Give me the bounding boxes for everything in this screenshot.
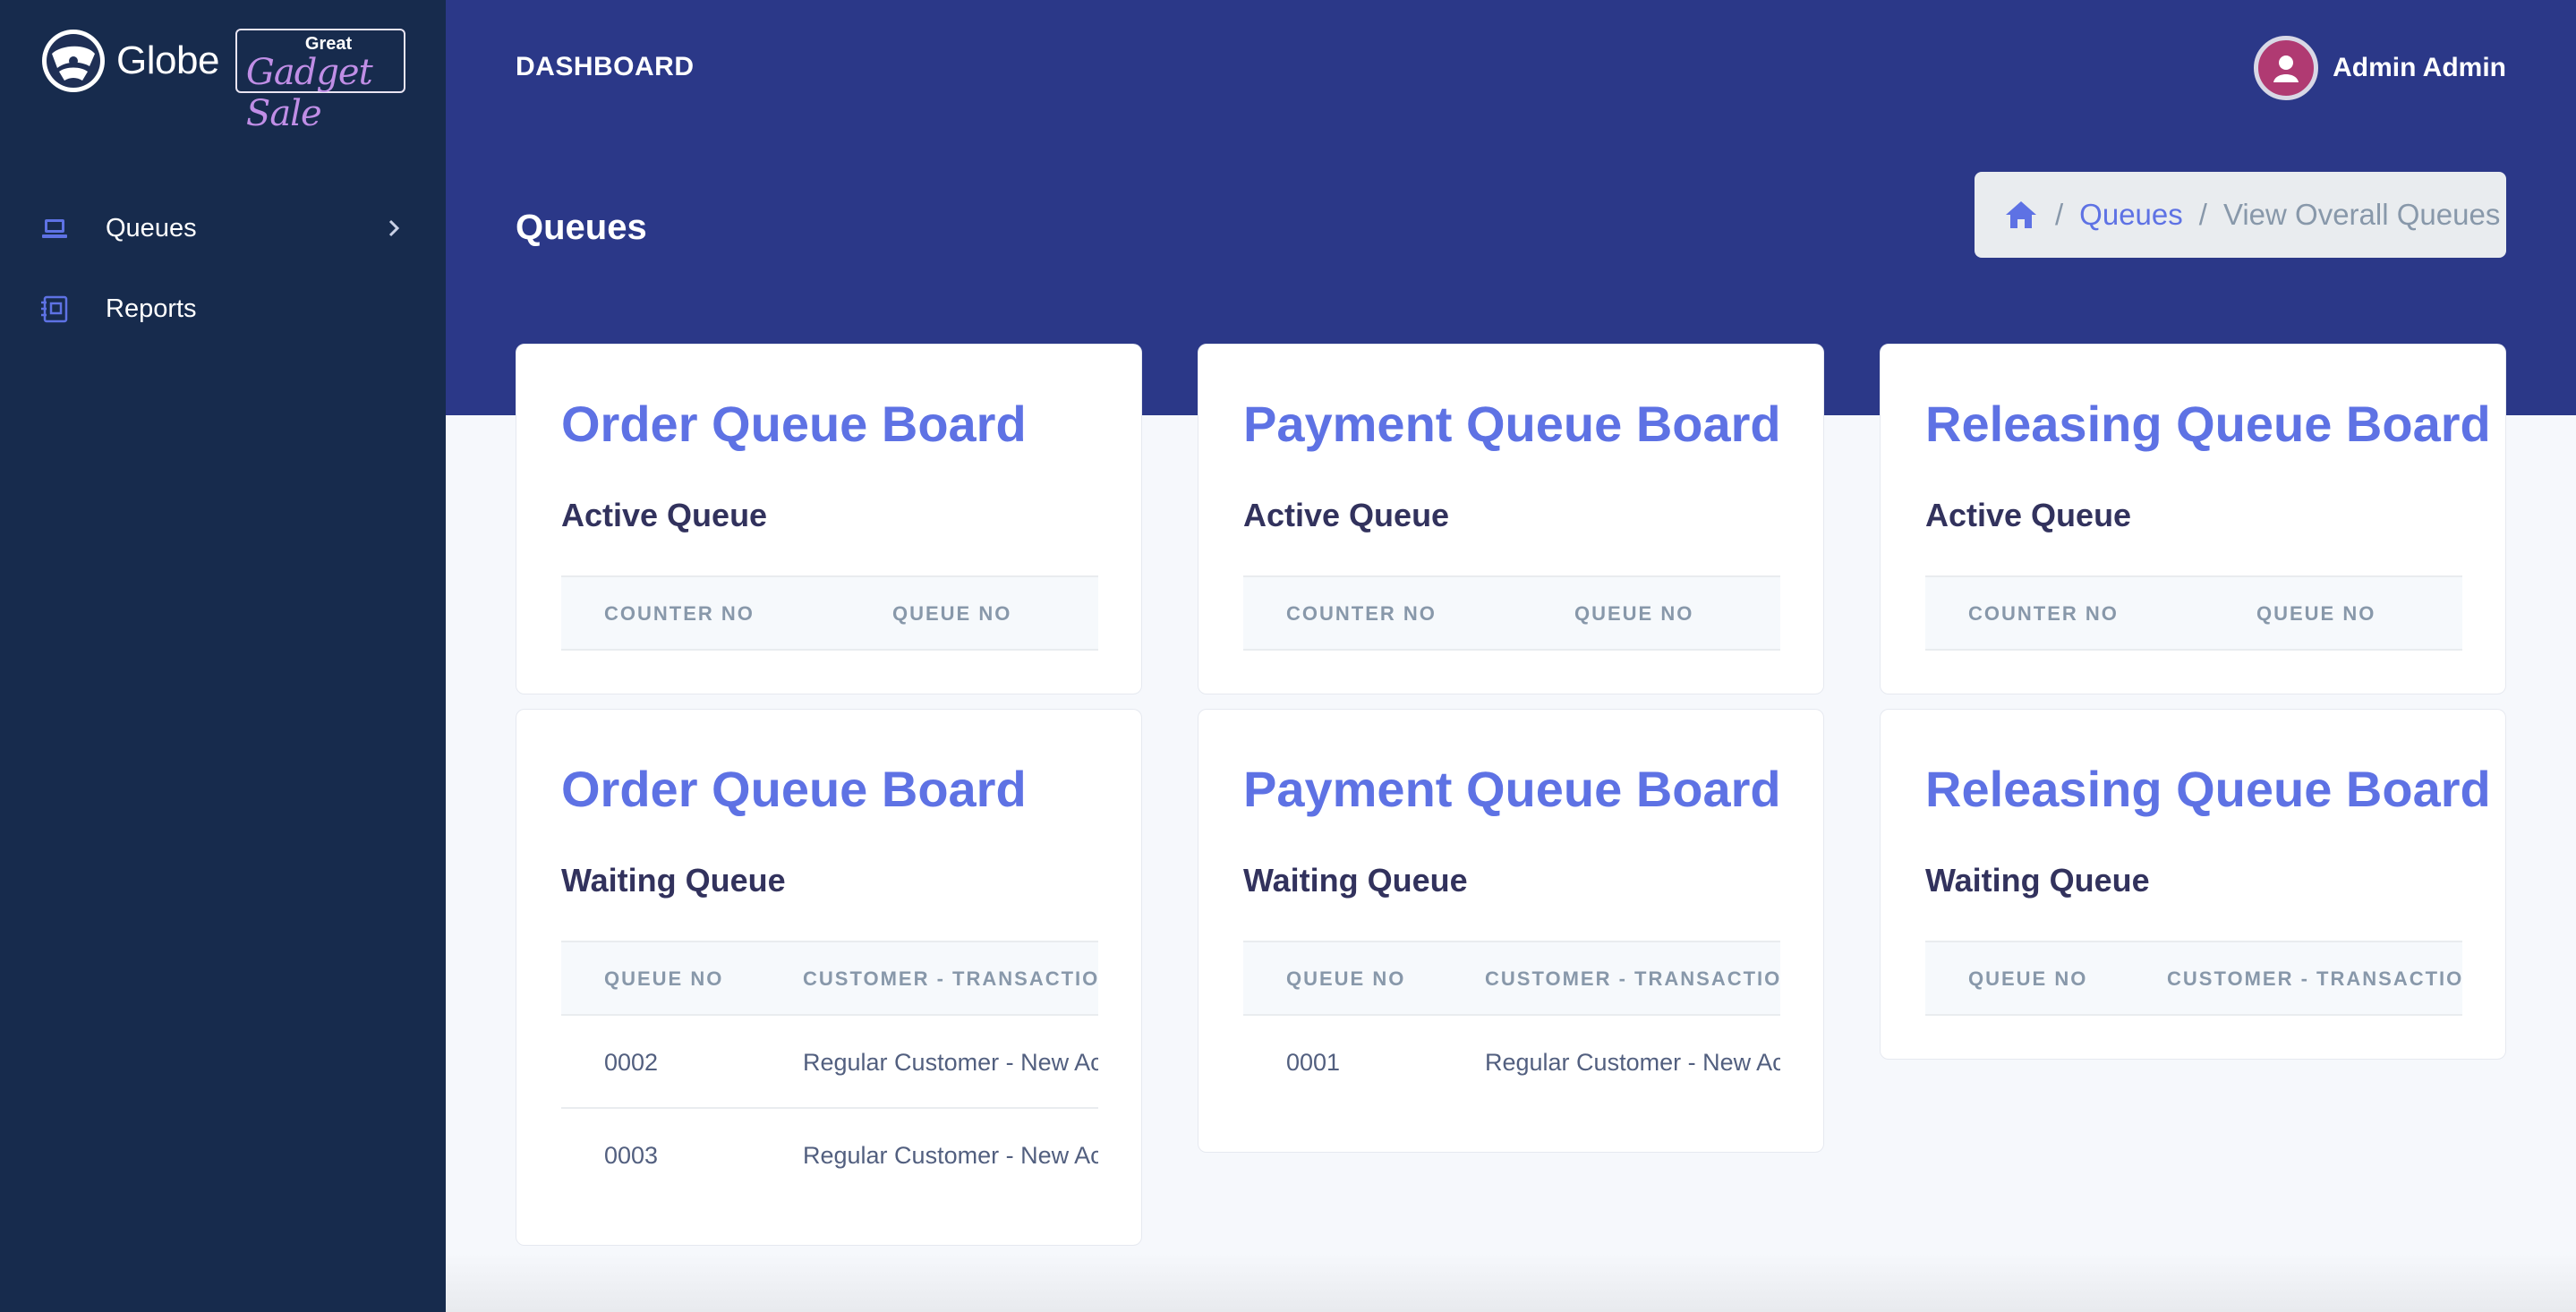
breadcrumb: / Queues / View Overall Queues <box>1975 172 2506 258</box>
column-header[interactable]: QUEUE NO <box>1286 942 1405 1016</box>
breadcrumb-separator: / <box>2198 198 2207 231</box>
reports-icon <box>41 295 68 323</box>
sidebar-nav: Queues Reports <box>0 188 446 349</box>
card-subtitle: Waiting Queue <box>1925 862 2150 899</box>
table-header: QUEUE NO CUSTOMER - TRANSACTION <box>561 941 1098 1016</box>
column-header[interactable]: QUEUE NO <box>604 942 723 1016</box>
releasing-waiting-queue-card: Releasing Queue Board Waiting Queue QUEU… <box>1880 709 2506 1060</box>
user-name: Admin Admin <box>2333 53 2506 82</box>
column-header[interactable]: QUEUE NO <box>2256 577 2376 651</box>
header-title[interactable]: DASHBOARD <box>516 52 695 82</box>
card-title: Releasing Queue Board <box>1925 761 2491 817</box>
order-waiting-queue-card: Order Queue Board Waiting Queue QUEUE NO… <box>516 709 1142 1246</box>
brand-name: Globe <box>116 38 219 82</box>
sidebar-item-queues[interactable]: Queues <box>0 188 446 268</box>
queue-no-cell: 0001 <box>1286 1049 1341 1076</box>
releasing-active-queue-card: Releasing Queue Board Active Queue COUNT… <box>1880 344 2506 694</box>
sale-badge: Great Gadget Sale <box>235 29 405 134</box>
user-menu[interactable]: Admin Admin <box>2254 36 2506 100</box>
column-header[interactable]: CUSTOMER - TRANSACTION <box>803 942 1098 1016</box>
active-queue-table: COUNTER NO QUEUE NO <box>561 575 1098 651</box>
home-icon[interactable] <box>2003 199 2039 231</box>
payment-active-queue-card: Payment Queue Board Active Queue COUNTER… <box>1198 344 1824 694</box>
table-header: COUNTER NO QUEUE NO <box>1243 575 1780 651</box>
transaction-cell: Regular Customer - New Acc <box>803 1142 1098 1169</box>
active-queue-table: COUNTER NO QUEUE NO <box>1925 575 2462 651</box>
transaction-cell: Regular Customer - New Acc <box>803 1049 1098 1076</box>
avatar[interactable] <box>2254 36 2319 100</box>
active-queue-table: COUNTER NO QUEUE NO <box>1243 575 1780 651</box>
table-row[interactable]: 0001 Regular Customer - New Acc <box>1243 1016 1780 1109</box>
queue-no-cell: 0003 <box>604 1142 659 1169</box>
payment-waiting-queue-card: Payment Queue Board Waiting Queue QUEUE … <box>1198 709 1824 1153</box>
card-subtitle: Active Queue <box>561 497 768 533</box>
breadcrumb-link-queues[interactable]: Queues <box>2079 198 2183 232</box>
column-header[interactable]: CUSTOMER - TRANSACTION <box>2167 942 2462 1016</box>
order-active-queue-card: Order Queue Board Active Queue COUNTER N… <box>516 344 1142 694</box>
table-header: COUNTER NO QUEUE NO <box>561 575 1098 651</box>
table-row[interactable]: 0002 Regular Customer - New Acc <box>561 1016 1098 1109</box>
breadcrumb-separator: / <box>2055 198 2064 231</box>
card-title: Order Queue Board <box>561 396 1027 452</box>
queue-no-cell: 0002 <box>604 1049 659 1076</box>
user-icon <box>2273 55 2299 82</box>
table-header: COUNTER NO QUEUE NO <box>1925 575 2462 651</box>
card-subtitle: Active Queue <box>1243 497 1450 533</box>
sidebar-item-label: Queues <box>106 213 197 243</box>
column-header[interactable]: COUNTER NO <box>1968 577 2119 651</box>
page-bottom-shadow <box>446 1253 2576 1312</box>
breadcrumb-current: View Overall Queues <box>2222 198 2501 231</box>
sidebar-item-label: Reports <box>106 294 197 323</box>
column-header[interactable]: QUEUE NO <box>1574 577 1693 651</box>
card-subtitle: Active Queue <box>1925 497 2132 533</box>
page-title: Queues <box>516 208 647 247</box>
sidebar: Globe Great Gadget Sale Queues Reports <box>0 0 446 1312</box>
waiting-queue-table: QUEUE NO CUSTOMER - TRANSACTION 0001 Reg… <box>1243 941 1780 1109</box>
card-title: Order Queue Board <box>561 761 1027 817</box>
sale-badge-script: Gadget Sale <box>245 52 373 134</box>
column-header[interactable]: CUSTOMER - TRANSACTION <box>1485 942 1780 1016</box>
chevron-right-icon <box>388 219 400 237</box>
laptop-icon <box>42 219 67 238</box>
column-header[interactable]: QUEUE NO <box>1968 942 2087 1016</box>
card-title: Payment Queue Board <box>1243 396 1781 452</box>
card-title: Payment Queue Board <box>1243 761 1781 817</box>
globe-logo-icon <box>42 30 105 92</box>
table-header: QUEUE NO CUSTOMER - TRANSACTION <box>1243 941 1780 1016</box>
brand-logo[interactable]: Globe Great Gadget Sale <box>39 27 405 134</box>
waiting-queue-table: QUEUE NO CUSTOMER - TRANSACTION 0002 Reg… <box>561 941 1098 1202</box>
card-title: Releasing Queue Board <box>1925 396 2491 452</box>
sidebar-item-reports[interactable]: Reports <box>0 268 446 349</box>
waiting-queue-table: QUEUE NO CUSTOMER - TRANSACTION <box>1925 941 2462 1016</box>
table-row[interactable]: 0003 Regular Customer - New Acc <box>561 1109 1098 1202</box>
card-subtitle: Waiting Queue <box>1243 862 1468 899</box>
card-subtitle: Waiting Queue <box>561 862 786 899</box>
column-header[interactable]: COUNTER NO <box>604 577 755 651</box>
transaction-cell: Regular Customer - New Acc <box>1485 1049 1780 1076</box>
column-header[interactable]: COUNTER NO <box>1286 577 1437 651</box>
table-header: QUEUE NO CUSTOMER - TRANSACTION <box>1925 941 2462 1016</box>
column-header[interactable]: QUEUE NO <box>892 577 1011 651</box>
